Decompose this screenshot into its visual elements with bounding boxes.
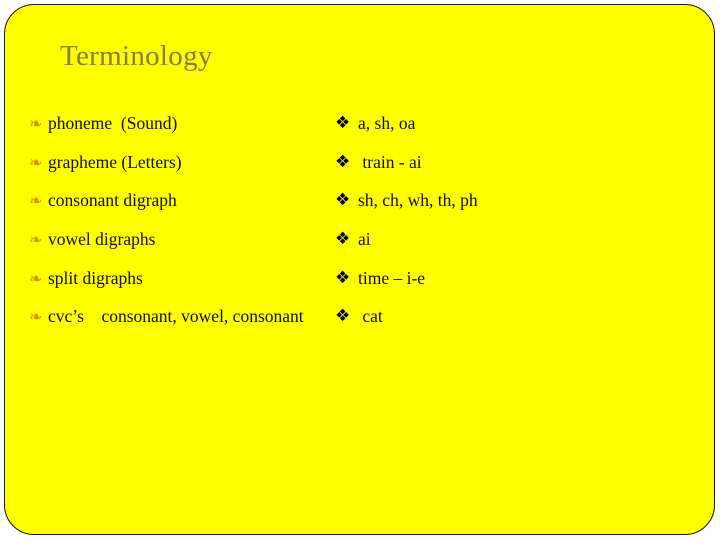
diamond-bullet-icon: ❖ xyxy=(335,151,351,172)
leaf-bullet-icon: ❧ xyxy=(29,114,43,133)
leaf-bullet-icon: ❧ xyxy=(29,268,43,288)
list-item: ❧ split digraphs xyxy=(29,268,319,289)
leaf-bullet-icon: ❧ xyxy=(29,229,43,249)
list-item-label: cvc’s consonant, vowel, consonant xyxy=(48,306,304,327)
list-item: ❧ cvc’s consonant, vowel, consonant xyxy=(29,306,319,327)
list-item: ❖ train - ai xyxy=(335,152,695,173)
slide-title: Terminology xyxy=(60,40,213,72)
list-item: ❧ vowel digraphs xyxy=(29,229,319,250)
terminology-list: ❧ phoneme (Sound) ❧ grapheme (Letters) ❧… xyxy=(29,113,319,345)
leaf-bullet-icon: ❧ xyxy=(29,152,43,172)
list-item: ❧ grapheme (Letters) xyxy=(29,152,319,173)
list-item: ❖ time – i-e xyxy=(335,268,695,289)
list-item-label: grapheme (Letters) xyxy=(48,151,182,172)
list-item-label: vowel digraphs xyxy=(48,228,156,249)
list-item: ❧ consonant digraph xyxy=(29,190,319,211)
leaf-bullet-icon: ❧ xyxy=(29,191,43,211)
diamond-bullet-icon: ❖ xyxy=(335,113,351,133)
list-item-label: split digraphs xyxy=(48,267,143,288)
list-item-label: train - ai xyxy=(358,151,422,172)
list-item: ❖ sh, ch, wh, th, ph xyxy=(335,190,695,211)
list-item: ❖ ai xyxy=(335,229,695,250)
list-item-label: a, sh, oa xyxy=(358,113,416,133)
list-item: ❧ phoneme (Sound) xyxy=(29,113,319,134)
examples-list: ❖ a, sh, oa ❖ train - ai ❖ sh, ch, wh, t… xyxy=(335,113,695,345)
list-item-label: phoneme (Sound) xyxy=(48,113,178,133)
presentation-slide: Terminology ❧ phoneme (Sound) ❧ grapheme… xyxy=(4,4,715,535)
diamond-bullet-icon: ❖ xyxy=(335,267,351,288)
diamond-bullet-icon: ❖ xyxy=(335,306,351,327)
list-item-label: time – i-e xyxy=(358,267,426,288)
list-item: ❖ a, sh, oa xyxy=(335,113,695,134)
diamond-bullet-icon: ❖ xyxy=(335,190,351,211)
list-item: ❖ cat xyxy=(335,306,695,327)
list-item-label: consonant digraph xyxy=(48,190,177,211)
slide-body: ❧ phoneme (Sound) ❧ grapheme (Letters) ❧… xyxy=(5,113,714,413)
list-item-label: ai xyxy=(358,228,371,249)
list-item-label: sh, ch, wh, th, ph xyxy=(358,190,478,211)
leaf-bullet-icon: ❧ xyxy=(29,307,43,327)
diamond-bullet-icon: ❖ xyxy=(335,228,351,249)
list-item-label: cat xyxy=(358,306,383,327)
